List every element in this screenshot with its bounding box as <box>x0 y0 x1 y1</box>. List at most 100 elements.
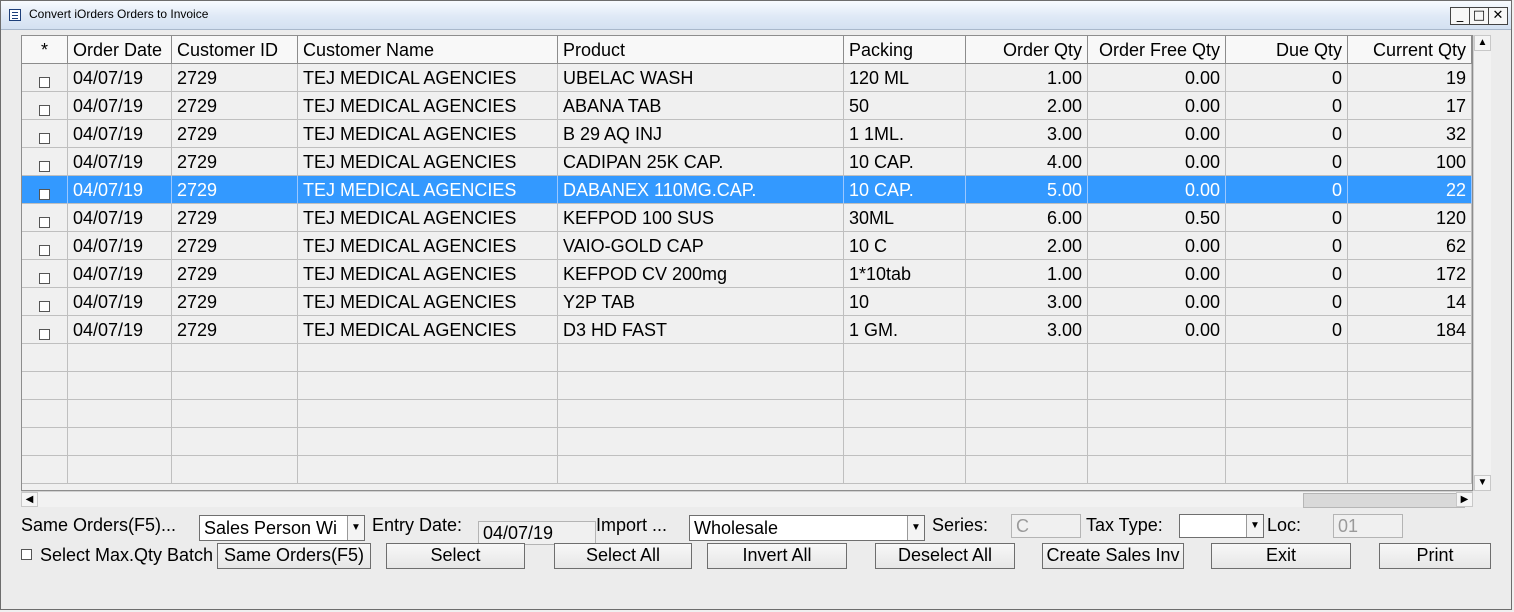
table-row[interactable]: 04/07/19 2729 TEJ MEDICAL AGENCIES DABANEX … <box>22 176 1472 204</box>
table-cell[interactable]: 2.00 <box>966 92 1088 120</box>
table-cell[interactable]: 3.00 <box>966 288 1088 316</box>
select-all-button[interactable]: Select All <box>554 543 692 569</box>
row-checkbox[interactable] <box>39 329 50 340</box>
table-cell[interactable]: 0.00 <box>1088 316 1226 344</box>
row-checkbox-cell[interactable] <box>22 148 68 176</box>
table-cell[interactable]: 04/07/19 <box>68 260 172 288</box>
orders-grid[interactable]: * Order Date Customer ID Customer Name Produ… <box>21 35 1473 491</box>
table-cell[interactable]: VAIO-GOLD CAP <box>558 232 844 260</box>
invert-all-button[interactable]: Invert All <box>707 543 847 569</box>
table-cell[interactable]: 120 ML <box>844 64 966 92</box>
select-max-qty-batch-checkbox[interactable] <box>21 549 32 560</box>
deselect-all-button[interactable]: Deselect All <box>875 543 1015 569</box>
table-cell[interactable]: TEJ MEDICAL AGENCIES <box>298 288 558 316</box>
same-orders-button[interactable]: Same Orders(F5) <box>217 543 371 569</box>
chevron-down-icon[interactable]: ▼ <box>907 516 924 540</box>
table-cell[interactable]: 10 CAP. <box>844 148 966 176</box>
table-cell[interactable]: 0 <box>1226 260 1348 288</box>
select-button[interactable]: Select <box>386 543 525 569</box>
minimize-button[interactable]: _ <box>1450 7 1470 25</box>
table-cell[interactable]: 2729 <box>172 316 298 344</box>
table-cell[interactable]: 2729 <box>172 288 298 316</box>
table-cell[interactable]: UBELAC WASH <box>558 64 844 92</box>
table-cell[interactable]: 0.00 <box>1088 176 1226 204</box>
table-cell[interactable]: 19 <box>1348 64 1472 92</box>
row-checkbox-cell[interactable] <box>22 176 68 204</box>
table-cell[interactable]: 2729 <box>172 64 298 92</box>
table-cell[interactable]: 1 1ML. <box>844 120 966 148</box>
maximize-button[interactable]: □ <box>1469 7 1489 25</box>
window-menu-icon[interactable] <box>9 9 21 21</box>
table-cell[interactable]: 10 C <box>844 232 966 260</box>
table-cell[interactable]: 04/07/19 <box>68 288 172 316</box>
table-cell[interactable]: 32 <box>1348 120 1472 148</box>
print-button[interactable]: Print <box>1379 543 1491 569</box>
table-cell[interactable]: 0 <box>1226 64 1348 92</box>
row-checkbox[interactable] <box>39 105 50 116</box>
vertical-scrollbar[interactable]: ▲ ▼ <box>1473 35 1491 491</box>
tax-type-select[interactable]: ▼ <box>1179 514 1264 538</box>
table-cell[interactable]: 0 <box>1226 204 1348 232</box>
table-cell[interactable]: 0 <box>1226 176 1348 204</box>
table-cell[interactable]: 1.00 <box>966 64 1088 92</box>
table-cell[interactable]: 50 <box>844 92 966 120</box>
row-checkbox-cell[interactable] <box>22 260 68 288</box>
row-checkbox-cell[interactable] <box>22 288 68 316</box>
column-header-8[interactable]: Due Qty <box>1226 36 1348 64</box>
table-cell[interactable]: B 29 AQ INJ <box>558 120 844 148</box>
table-cell[interactable]: 04/07/19 <box>68 148 172 176</box>
row-checkbox[interactable] <box>39 77 50 88</box>
table-cell[interactable]: 0.00 <box>1088 120 1226 148</box>
table-cell[interactable]: TEJ MEDICAL AGENCIES <box>298 148 558 176</box>
table-cell[interactable]: KEFPOD 100 SUS <box>558 204 844 232</box>
table-cell[interactable]: 6.00 <box>966 204 1088 232</box>
column-header-5[interactable]: Packing <box>844 36 966 64</box>
entry-date-field[interactable]: 04/07/19 <box>478 521 596 545</box>
table-cell[interactable]: 0.00 <box>1088 232 1226 260</box>
table-row[interactable]: 04/07/19 2729 TEJ MEDICAL AGENCIES VAIO-GOL… <box>22 232 1472 260</box>
horizontal-scrollbar[interactable]: ◀ ▶ <box>21 491 1473 508</box>
row-checkbox-cell[interactable] <box>22 64 68 92</box>
row-checkbox-cell[interactable] <box>22 232 68 260</box>
table-cell[interactable]: 0 <box>1226 316 1348 344</box>
column-header-3[interactable]: Customer Name <box>298 36 558 64</box>
table-cell[interactable]: CADIPAN 25K CAP. <box>558 148 844 176</box>
table-cell[interactable]: 0.50 <box>1088 204 1226 232</box>
chevron-down-icon[interactable]: ▼ <box>347 516 364 540</box>
table-cell[interactable]: 30ML <box>844 204 966 232</box>
table-cell[interactable]: 0.00 <box>1088 64 1226 92</box>
column-header-9[interactable]: Current Qty <box>1348 36 1472 64</box>
table-cell[interactable]: 10 <box>844 288 966 316</box>
column-header-2[interactable]: Customer ID <box>172 36 298 64</box>
table-cell[interactable]: TEJ MEDICAL AGENCIES <box>298 92 558 120</box>
row-checkbox-cell[interactable] <box>22 204 68 232</box>
table-cell[interactable]: Y2P TAB <box>558 288 844 316</box>
table-cell[interactable]: 0.00 <box>1088 260 1226 288</box>
column-header-6[interactable]: Order Qty <box>966 36 1088 64</box>
table-cell[interactable]: 5.00 <box>966 176 1088 204</box>
scroll-up-icon[interactable]: ▲ <box>1474 35 1491 51</box>
table-cell[interactable]: 04/07/19 <box>68 232 172 260</box>
table-cell[interactable]: 62 <box>1348 232 1472 260</box>
table-cell[interactable]: 22 <box>1348 176 1472 204</box>
table-cell[interactable]: 2729 <box>172 148 298 176</box>
column-header-0[interactable]: * <box>22 36 68 64</box>
row-checkbox[interactable] <box>39 217 50 228</box>
table-row[interactable]: 04/07/19 2729 TEJ MEDICAL AGENCIES B 29 AQ … <box>22 120 1472 148</box>
table-cell[interactable]: 0.00 <box>1088 148 1226 176</box>
table-row[interactable]: 04/07/19 2729 TEJ MEDICAL AGENCIES KEFPOD 1… <box>22 204 1472 232</box>
table-cell[interactable]: ABANA TAB <box>558 92 844 120</box>
table-row[interactable]: 04/07/19 2729 TEJ MEDICAL AGENCIES CADIPAN … <box>22 148 1472 176</box>
table-cell[interactable]: 2729 <box>172 120 298 148</box>
table-cell[interactable]: 4.00 <box>966 148 1088 176</box>
table-cell[interactable]: 10 CAP. <box>844 176 966 204</box>
table-cell[interactable]: 2729 <box>172 260 298 288</box>
table-cell[interactable]: DABANEX 110MG.CAP. <box>558 176 844 204</box>
table-cell[interactable]: TEJ MEDICAL AGENCIES <box>298 64 558 92</box>
table-cell[interactable]: 0.00 <box>1088 288 1226 316</box>
close-button[interactable]: ✕ <box>1488 7 1508 25</box>
column-header-4[interactable]: Product <box>558 36 844 64</box>
table-cell[interactable]: 184 <box>1348 316 1472 344</box>
table-row[interactable]: 04/07/19 2729 TEJ MEDICAL AGENCIES D3 HD FA… <box>22 316 1472 344</box>
row-checkbox[interactable] <box>39 133 50 144</box>
